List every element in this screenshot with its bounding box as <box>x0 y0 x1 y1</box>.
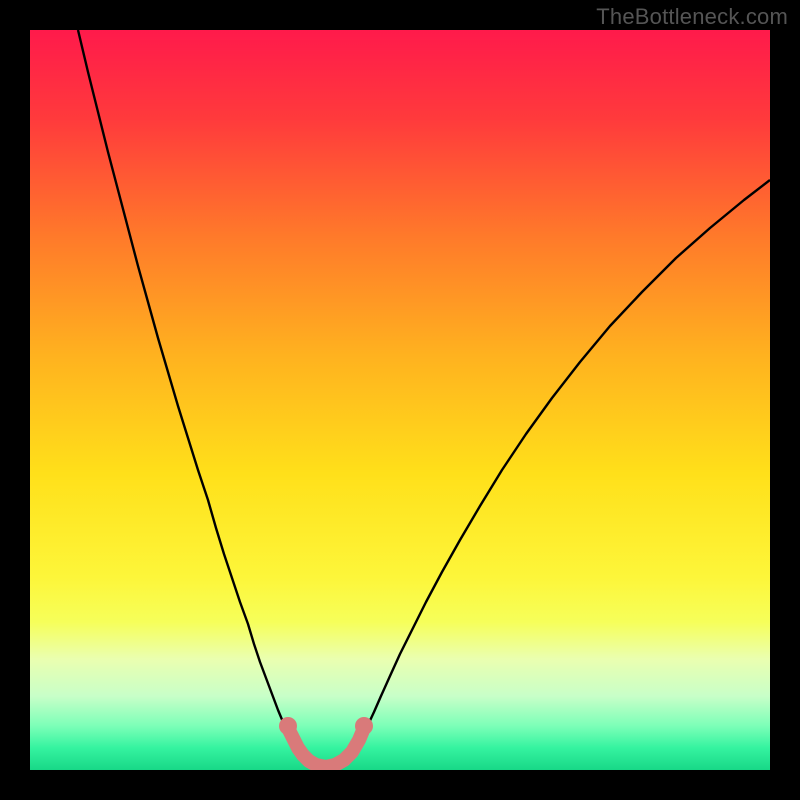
chart-svg <box>30 30 770 770</box>
gradient-background <box>30 30 770 770</box>
watermark-text: TheBottleneck.com <box>596 4 788 30</box>
plot-area <box>30 30 770 770</box>
dot-left-upper <box>279 717 297 735</box>
dot-right-upper <box>355 717 373 735</box>
chart-frame: TheBottleneck.com <box>0 0 800 800</box>
